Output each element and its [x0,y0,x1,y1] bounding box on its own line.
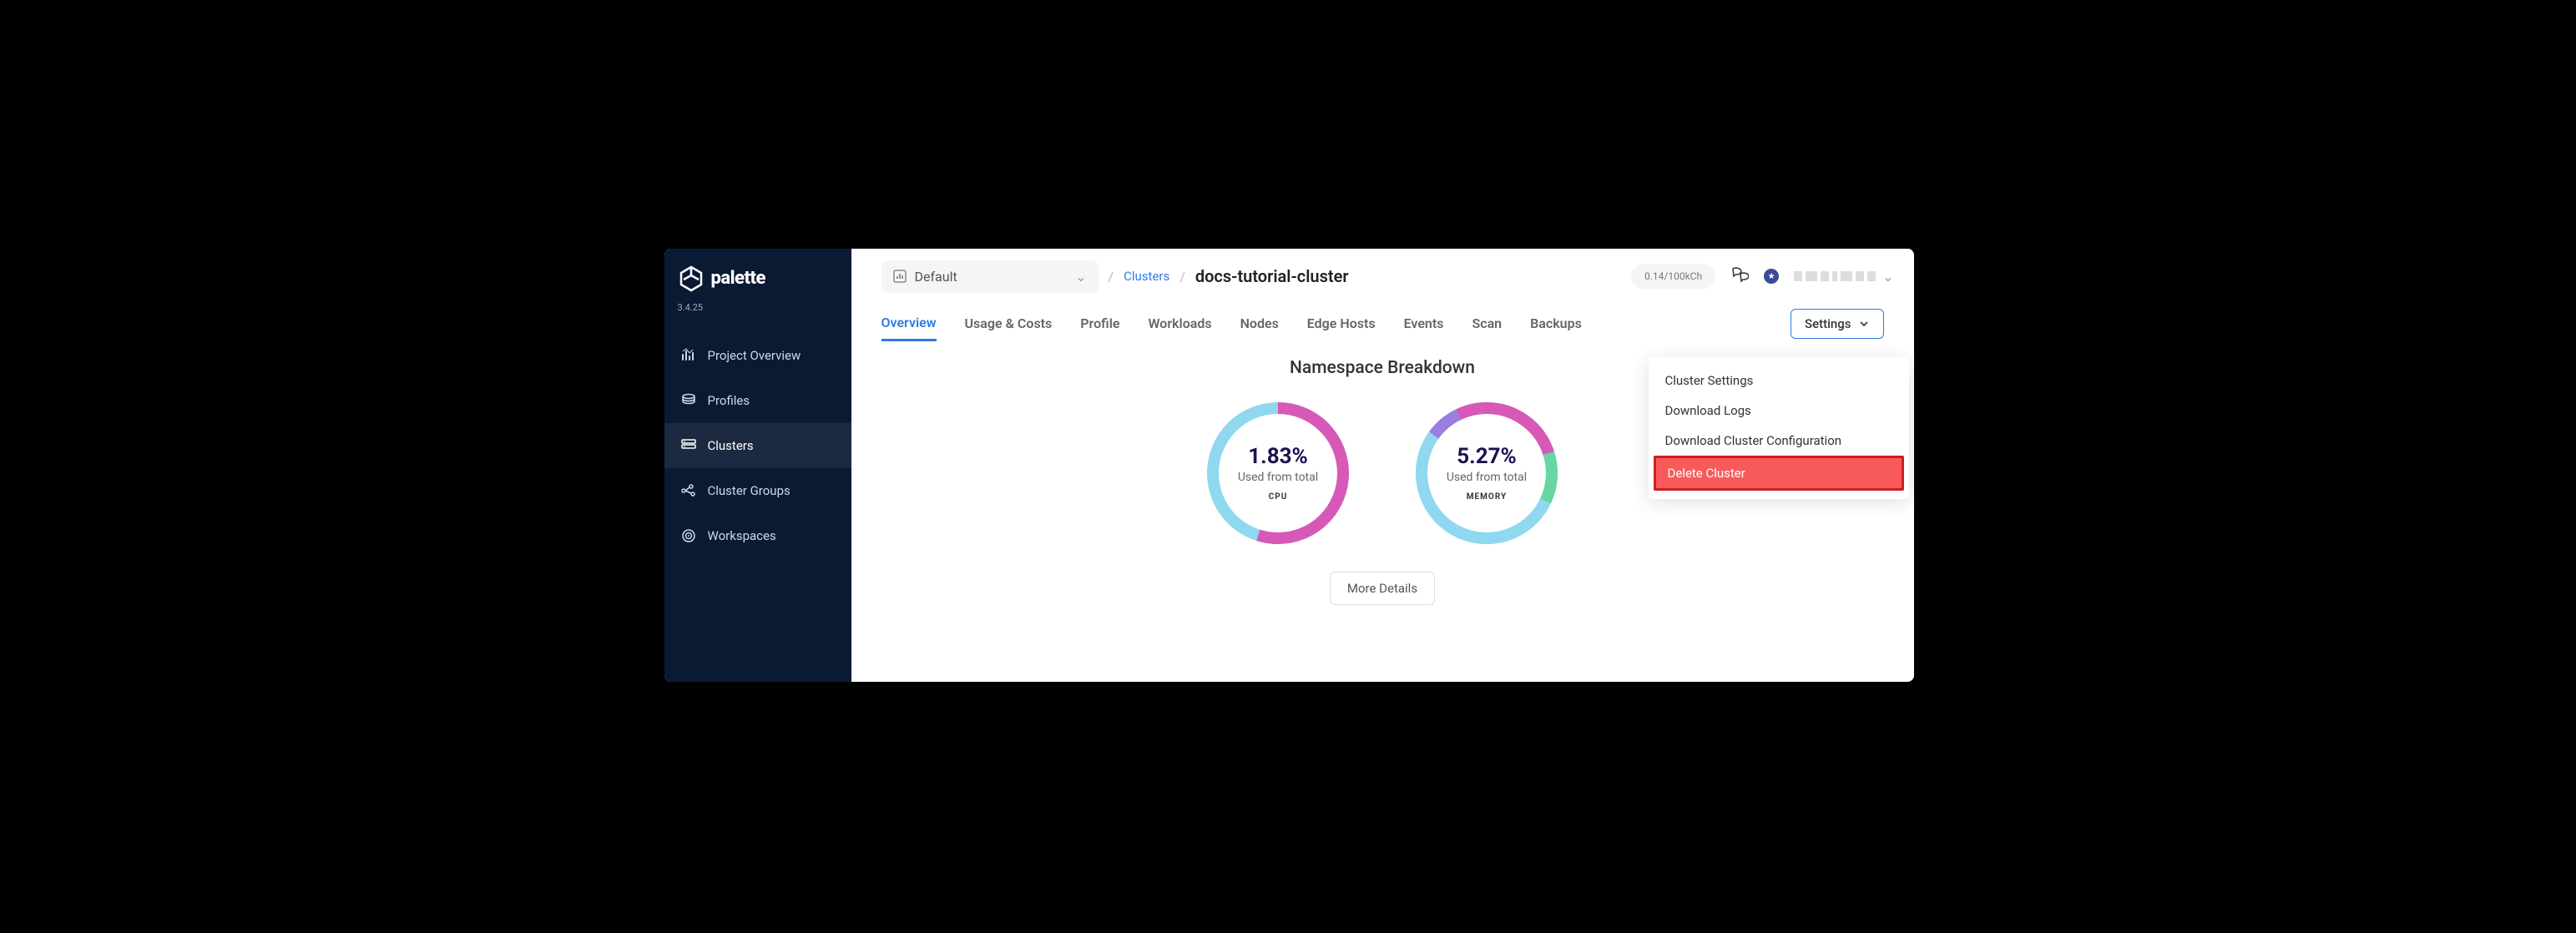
user-menu[interactable]: ⌄ [1794,269,1893,285]
usage-pill: 0.14/100kCh [1631,264,1715,289]
memory-sub: Used from total [1447,471,1527,484]
tab-overview[interactable]: Overview [881,306,937,341]
sidebar-item-clusters[interactable]: Clusters [664,423,851,468]
app-window: palette 3.4.25 Project Overview Profiles… [644,234,1932,700]
memory-label: MEMORY [1467,492,1507,502]
logo-mark-icon [678,265,705,292]
tab-profile[interactable]: Profile [1080,307,1119,340]
settings-button[interactable]: Settings [1791,309,1884,339]
crumb-separator: / [1179,269,1185,285]
breadcrumb-current: docs-tutorial-cluster [1195,266,1349,286]
sidebar: palette 3.4.25 Project Overview Profiles… [664,249,851,682]
menu-item-download-logs[interactable]: Download Logs [1649,396,1909,426]
crumb-separator: / [1109,269,1114,285]
sidebar-item-profiles[interactable]: Profiles [664,378,851,423]
app-frame: palette 3.4.25 Project Overview Profiles… [664,249,1914,682]
tab-edge-hosts[interactable]: Edge Hosts [1307,307,1376,340]
project-selector[interactable]: Default ⌄ [881,260,1099,293]
settings-dropdown: Cluster Settings Download Logs Download … [1649,357,1909,499]
tabs-row: Overview Usage & Costs Profile Workloads… [851,301,1914,341]
main-panel: Default ⌄ / Clusters / docs-tutorial-clu… [851,249,1914,682]
logo: palette [664,260,851,295]
star-badge-icon[interactable]: ★ [1764,269,1779,284]
graph-icon [681,483,696,498]
bars-icon [681,348,696,363]
sidebar-item-label: Clusters [708,438,754,453]
sidebar-item-label: Workspaces [708,528,776,543]
sidebar-item-label: Profiles [708,393,750,408]
memory-pct: 5.27% [1457,444,1517,469]
menu-item-delete-cluster[interactable]: Delete Cluster [1654,456,1904,491]
tab-usage-costs[interactable]: Usage & Costs [965,307,1053,340]
sidebar-item-label: Cluster Groups [708,483,790,498]
topbar-right: 0.14/100kCh ★ ⌄ [1631,264,1894,289]
chevron-down-icon: ⌄ [1882,269,1893,285]
menu-item-cluster-settings[interactable]: Cluster Settings [1649,366,1909,396]
tab-events[interactable]: Events [1404,307,1444,340]
memory-donut: 5.27% Used from total MEMORY [1412,398,1562,548]
cpu-donut-center: 1.83% Used from total CPU [1203,398,1353,548]
chart-icon [893,270,907,283]
clusters-icon [681,438,696,453]
menu-item-download-config[interactable]: Download Cluster Configuration [1649,426,1909,456]
cpu-pct: 1.83% [1248,444,1308,469]
logo-text: palette [711,268,765,289]
sidebar-item-label: Project Overview [708,348,801,363]
cpu-label: CPU [1269,492,1288,502]
settings-button-label: Settings [1805,316,1851,331]
sidebar-item-workspaces[interactable]: Workspaces [664,513,851,558]
chevron-down-icon: ⌄ [1075,269,1086,285]
tab-nodes[interactable]: Nodes [1240,307,1279,340]
tab-workloads[interactable]: Workloads [1148,307,1211,340]
tab-backups[interactable]: Backups [1530,307,1582,340]
breadcrumb-clusters[interactable]: Clusters [1124,269,1169,284]
more-details-button[interactable]: More Details [1330,572,1435,605]
target-icon [681,528,696,543]
memory-donut-center: 5.27% Used from total MEMORY [1412,398,1562,548]
project-name: Default [915,269,957,285]
version-label: 3.4.25 [664,295,851,333]
topbar: Default ⌄ / Clusters / docs-tutorial-clu… [851,249,1914,301]
tab-scan[interactable]: Scan [1472,307,1502,340]
cpu-sub: Used from total [1238,471,1318,484]
sidebar-item-cluster-groups[interactable]: Cluster Groups [664,468,851,513]
chevron-down-icon [1858,318,1870,330]
chat-icon[interactable] [1730,265,1749,287]
cpu-donut: 1.83% Used from total CPU [1203,398,1353,548]
sidebar-item-project-overview[interactable]: Project Overview [664,333,851,378]
stack-icon [681,393,696,408]
